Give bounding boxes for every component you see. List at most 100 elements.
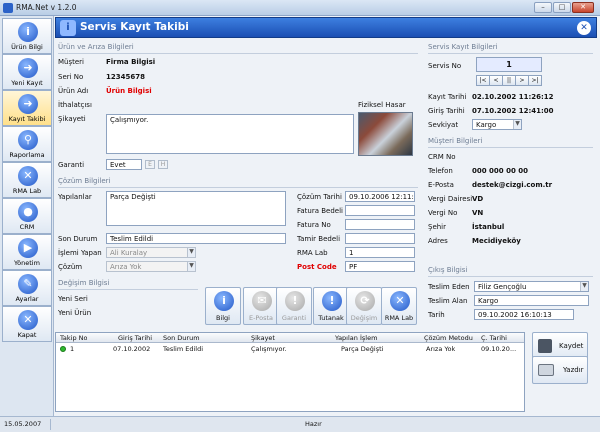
product-label: Ürün Adı	[58, 87, 89, 95]
operator-select[interactable]: Ali Kuralay	[106, 247, 196, 258]
warranty-button[interactable]: ! Garanti	[276, 287, 312, 325]
email-button[interactable]: ✉ E-Posta	[243, 287, 279, 325]
sidebar-item-label: Kayıt Takibi	[8, 115, 46, 123]
section-title-checkout: Çıkış Bilgisi	[428, 266, 468, 274]
divider	[428, 147, 593, 148]
chevron-down-icon: ▼	[513, 120, 521, 129]
damage-photo[interactable]	[358, 112, 413, 156]
divider	[58, 187, 418, 188]
address-value: Mecidiyeköy	[472, 237, 521, 245]
chevron-down-icon: ▼	[580, 282, 588, 291]
sidebar-item-kapat[interactable]: ✕ Kapat	[2, 306, 52, 342]
invoice-amount-field[interactable]	[345, 205, 415, 216]
sidebar-item-yeni-kayit[interactable]: ➜ Yeni Kayıt	[2, 54, 52, 90]
sidebar-item-yonetim[interactable]: ▶ Yönetim	[2, 234, 52, 270]
record-date-label: Kayıt Tarihi	[428, 93, 467, 101]
receiver-field[interactable]: Kargo	[474, 295, 589, 306]
solution-date-label: Çözüm Tarihi	[297, 193, 342, 201]
invoice-amount-label: Fatura Bedeli	[297, 207, 343, 215]
button-label: Garanti	[281, 314, 307, 322]
minimize-button[interactable]: –	[534, 2, 552, 13]
resolution-select[interactable]: Arıza Yok	[106, 261, 196, 272]
nav-next-button[interactable]: >	[515, 75, 529, 86]
tax-office-label: Vergi Dairesi	[428, 195, 473, 203]
nav-pause-button[interactable]: ||	[502, 75, 516, 86]
status-field[interactable]: Teslim Edildi	[106, 233, 286, 244]
complaint-label: Şikayeti	[58, 115, 86, 123]
postcode-field[interactable]: PF	[345, 261, 415, 272]
sidebar-item-crm[interactable]: ● CRM	[2, 198, 52, 234]
warranty-h-button[interactable]: H	[158, 160, 168, 169]
window-close-button[interactable]: ✕	[572, 2, 594, 13]
info-icon: i	[18, 22, 38, 42]
divider	[50, 419, 51, 430]
invoice-no-field[interactable]	[345, 219, 415, 230]
column-header[interactable]: Şikayet	[251, 334, 275, 342]
email-icon: ✉	[252, 291, 272, 311]
nav-first-button[interactable]: |<	[476, 75, 490, 86]
chevron-down-icon: ▼	[187, 262, 195, 271]
sidebar-item-kayit-takibi[interactable]: ➜ Kayıt Takibi	[2, 90, 52, 126]
status-text: Hazır	[305, 420, 322, 428]
column-header[interactable]: Yapılan İşlem	[335, 334, 377, 342]
button-label: RMA Lab	[384, 314, 414, 322]
receiver-label: Teslim Alan	[428, 297, 468, 305]
crm-label: CRM No	[428, 153, 456, 161]
nav-prev-button[interactable]: <	[489, 75, 503, 86]
column-header[interactable]: Çözüm Metodu	[424, 334, 473, 342]
app-icon	[3, 3, 13, 13]
customer-value: Firma Bilgisi	[106, 58, 156, 66]
divider	[58, 289, 198, 290]
maximize-button[interactable]: □	[553, 2, 571, 13]
column-header[interactable]: Takip No	[60, 334, 87, 342]
shipping-label: Sevkiyat	[428, 121, 459, 129]
rma-lab-button[interactable]: ✕ RMA Lab	[381, 287, 417, 325]
checkout-date-field[interactable]: 09.10.2002 16:10:13	[474, 309, 574, 320]
status-dot-icon	[60, 346, 66, 352]
cell-status: Teslim Edildi	[163, 345, 204, 353]
sidebar-item-label: CRM	[19, 223, 35, 231]
info-button[interactable]: i Bilgi	[205, 287, 241, 325]
info-icon: i	[214, 291, 234, 311]
sidebar-item-ayarlar[interactable]: ✎ Ayarlar	[2, 270, 52, 306]
column-header[interactable]: Ç. Tarihi	[481, 334, 507, 342]
new-product-label: Yeni Ürün	[58, 309, 92, 317]
cell-method: Arıza Yok	[426, 345, 456, 353]
records-grid: Takip No Giriş Tarihi Son Durum Şikayet …	[55, 332, 525, 412]
sidebar-item-urun-bilgi[interactable]: i Ürün Bilgi	[2, 18, 52, 54]
repair-cost-field[interactable]	[345, 233, 415, 244]
importer-label: İthalatçısı	[58, 101, 92, 109]
button-label: Değişim	[350, 314, 378, 322]
sidebar-item-label: RMA Lab	[12, 187, 42, 195]
solution-date-field[interactable]: 09.10.2006 12:11:24	[345, 191, 415, 202]
close-icon: ✕	[18, 310, 38, 330]
print-button[interactable]: Yazdır	[532, 356, 588, 384]
delivered-by-select[interactable]: Filiz Gençoğlu	[474, 281, 589, 292]
button-label: Tutanak	[318, 314, 344, 322]
nav-last-button[interactable]: >|	[528, 75, 542, 86]
report-button[interactable]: ! Tutanak	[313, 287, 349, 325]
play-icon: ▶	[18, 238, 38, 258]
column-header[interactable]: Giriş Tarihi	[118, 334, 152, 342]
table-row[interactable]: 1 07.10.2002 Teslim Edildi Çalışmıyor. P…	[56, 344, 524, 355]
sidebar-item-rma-lab[interactable]: ✕ RMA Lab	[2, 162, 52, 198]
rma-lab-label: RMA Lab	[297, 249, 328, 257]
exchange-button[interactable]: ⟳ Değişim	[346, 287, 382, 325]
column-header[interactable]: Son Durum	[163, 334, 200, 342]
divider	[428, 53, 593, 54]
city-label: Şehir	[428, 223, 447, 231]
divider	[428, 276, 593, 277]
save-button-label: Kaydet	[559, 342, 584, 350]
address-label: Adres	[428, 237, 448, 245]
sidebar-item-raporlama[interactable]: ⚲ Raporlama	[2, 126, 52, 162]
warranty-e-button[interactable]: E	[145, 160, 155, 169]
tax-office-value: VD	[472, 195, 484, 203]
panel-close-button[interactable]: ✕	[577, 21, 591, 35]
service-no-field[interactable]: 1	[476, 57, 542, 72]
email-value: destek@cizgi.com.tr	[472, 181, 553, 189]
warranty-field[interactable]: Evet	[106, 159, 142, 170]
done-field[interactable]: Parça Değişti	[106, 191, 286, 226]
complaint-field[interactable]: Çalışmıyor.	[106, 114, 354, 154]
title-bar: RMA.Net v 1.2.0 – □ ✕	[0, 0, 600, 16]
rma-lab-field[interactable]: 1	[345, 247, 415, 258]
